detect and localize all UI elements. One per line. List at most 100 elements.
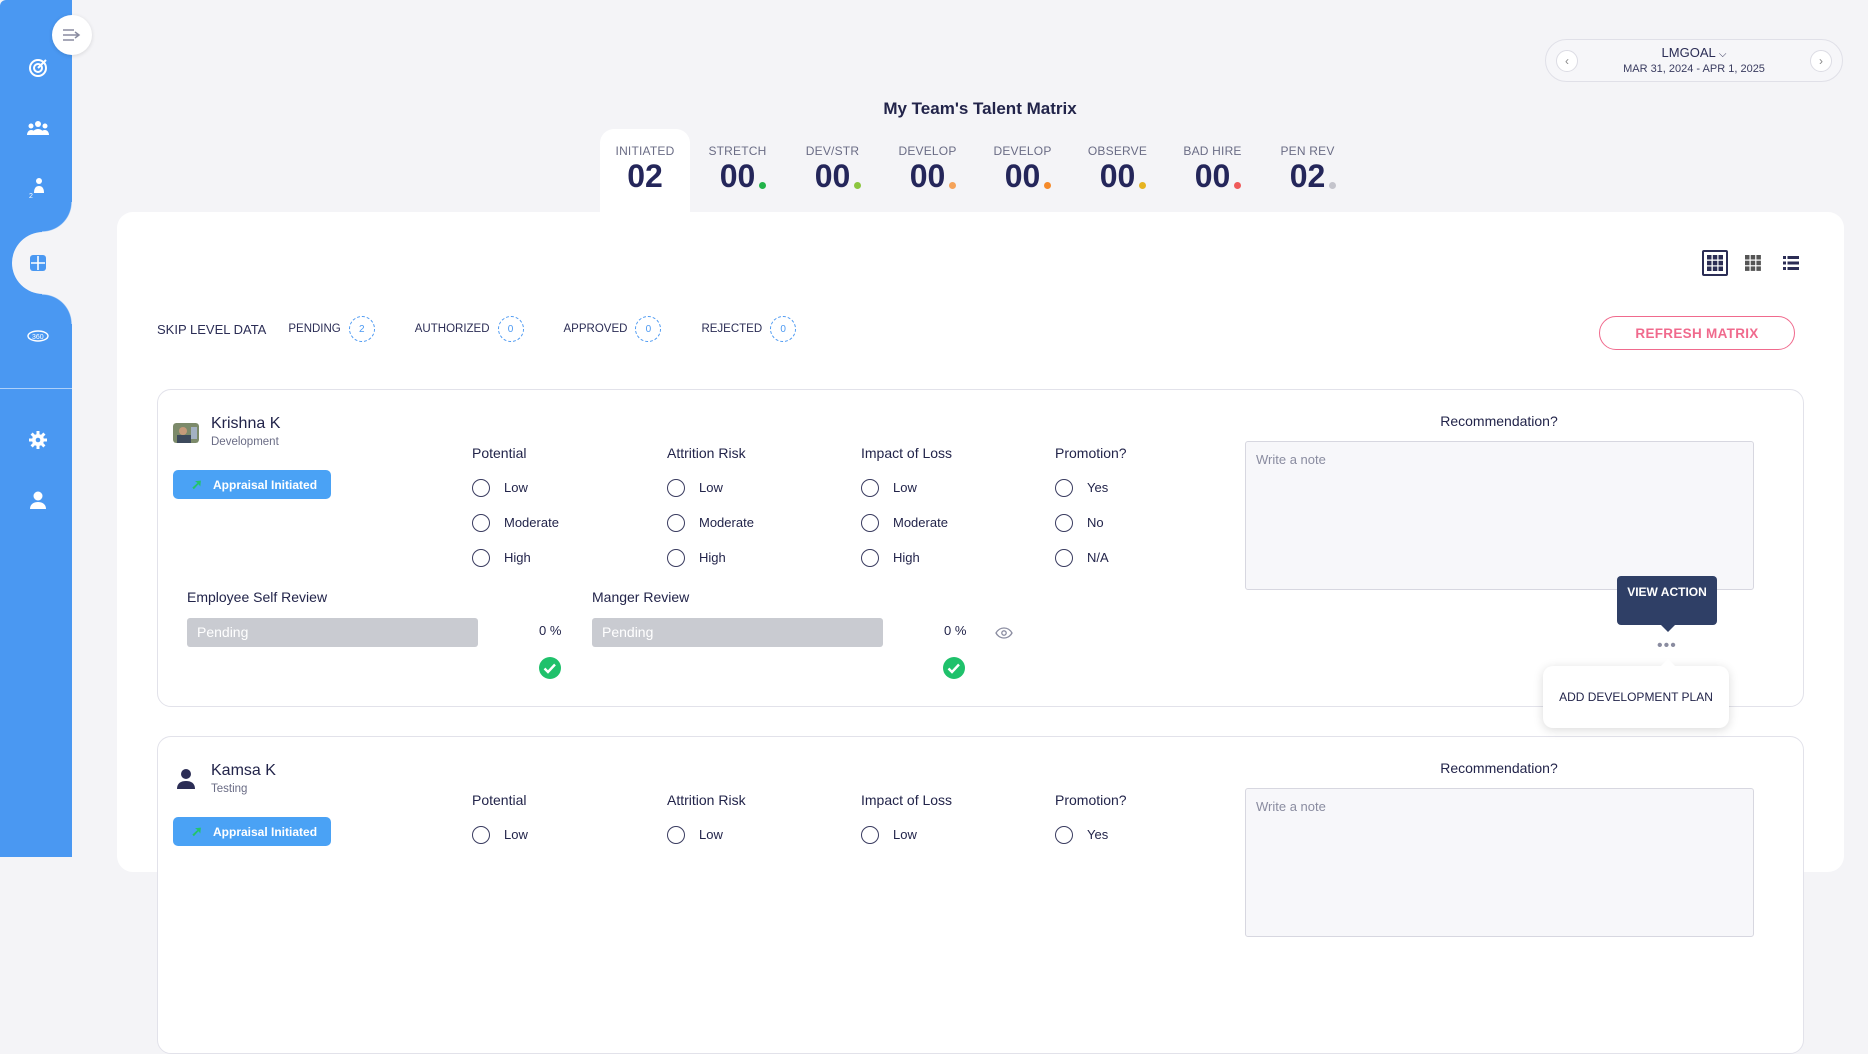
recommendation-note-input[interactable]: Write a note [1245, 788, 1754, 937]
eye-icon[interactable] [995, 627, 1013, 639]
target-icon [29, 59, 47, 77]
tab-pen-rev[interactable]: PEN REV 02 [1260, 129, 1355, 213]
radio-button[interactable] [472, 513, 490, 532]
radio-button[interactable] [861, 825, 879, 844]
radio-label: Low [893, 480, 917, 495]
sidebar-item-goals[interactable] [25, 55, 51, 81]
radio-option[interactable]: N/A [1055, 540, 1127, 575]
tab-count: 00 [1099, 158, 1136, 194]
impact-of-loss-group: Impact of Loss Low Moderate High [861, 445, 952, 575]
radio-option[interactable]: Moderate [861, 505, 952, 540]
radio-option[interactable]: High [861, 540, 952, 575]
tab-develop[interactable]: DEVELOP 00 [880, 129, 975, 213]
radio-button[interactable] [1055, 825, 1073, 844]
next-goal-button[interactable]: › [1810, 50, 1832, 72]
more-options-icon[interactable]: ••• [1657, 637, 1677, 655]
employee-card: Kamsa K Testing ➚ Appraisal Initiated Pot… [157, 736, 1804, 1054]
tab-dev-str[interactable]: DEV/STR 00 [785, 129, 880, 213]
appraisal-status-label: Appraisal Initiated [213, 477, 318, 492]
status-dot [759, 182, 767, 189]
goal-title-row[interactable]: LMGOAL ⌵ [1546, 45, 1842, 60]
question-title: Promotion? [1055, 792, 1127, 808]
tab-count: 00 [719, 158, 756, 194]
skip-approved[interactable]: APPROVED 0 [564, 316, 662, 342]
radio-button[interactable] [861, 513, 879, 532]
count-badge: 0 [770, 316, 797, 342]
skip-authorized[interactable]: AUTHORIZED 0 [415, 316, 524, 342]
skip-pending[interactable]: PENDING 2 [288, 316, 375, 342]
radio-label: Moderate [504, 515, 559, 530]
radio-button[interactable] [1055, 513, 1073, 532]
employee-name[interactable]: Kamsa K [211, 762, 276, 780]
bolt-icon: ➚ [191, 823, 203, 839]
radio-button[interactable] [472, 825, 490, 844]
tab-label: STRETCH [708, 144, 767, 158]
sidebar: 2 360 [0, 0, 92, 857]
sidebar-item-hierarchy[interactable]: 2 [25, 175, 51, 201]
radio-option[interactable]: Low [861, 817, 952, 852]
sidebar-item-settings[interactable] [25, 427, 51, 453]
employee-name[interactable]: Krishna K [211, 415, 280, 433]
refresh-matrix-button[interactable]: REFRESH MATRIX [1599, 316, 1795, 350]
appraisal-status-button[interactable]: ➚ Appraisal Initiated [173, 817, 331, 846]
radio-option[interactable]: Yes [1055, 817, 1127, 852]
radio-label: Yes [1087, 480, 1109, 495]
status-tabs: INITIATED 02 STRETCH 00 DEV/STR 00 DEVEL… [600, 129, 1355, 213]
gear-icon [29, 431, 47, 449]
question-title: Potential [472, 445, 527, 461]
radio-option[interactable]: Low [667, 817, 746, 852]
tab-observe[interactable]: OBSERVE 00 [1070, 129, 1165, 213]
list-view-button[interactable] [1778, 250, 1804, 276]
appraisal-status-label: Appraisal Initiated [213, 824, 318, 839]
sidebar-item-profile[interactable] [25, 487, 51, 513]
tab-initiated[interactable]: INITIATED 02 [600, 129, 690, 213]
question-title: Potential [472, 792, 527, 808]
radio-button[interactable] [861, 478, 879, 497]
radio-option[interactable]: Yes [1055, 470, 1127, 505]
tab-label: OBSERVE [1087, 144, 1148, 158]
add-development-plan-item[interactable]: ADD DEVELOPMENT PLAN [1543, 659, 1729, 728]
sidebar-item-360[interactable]: 360 [25, 323, 51, 349]
tab-bad-hire[interactable]: BAD HIRE 00 [1165, 129, 1260, 213]
radio-option[interactable]: Moderate [667, 505, 754, 540]
radio-option[interactable]: Moderate [472, 505, 559, 540]
goal-date-range: MAR 31, 2024 - APR 1, 2025 [1623, 63, 1765, 75]
tab-stretch[interactable]: STRETCH 00 [690, 129, 785, 213]
goal-selector[interactable]: ‹ LMGOAL ⌵ MAR 31, 2024 - APR 1, 2025 › [1545, 39, 1843, 82]
status-dot [949, 182, 957, 189]
status-dot [854, 182, 862, 189]
radio-button[interactable] [1055, 548, 1073, 567]
count-badge: 0 [635, 316, 662, 342]
radio-option[interactable]: Low [861, 470, 952, 505]
tab-develop-2[interactable]: DEVELOP 00 [975, 129, 1070, 213]
radio-button[interactable] [667, 478, 685, 497]
potential-group: Potential Low [472, 792, 528, 852]
grid-view-button[interactable] [1740, 250, 1766, 276]
radio-option[interactable]: Low [667, 470, 754, 505]
radio-option[interactable]: Low [472, 817, 528, 852]
radio-option[interactable]: High [667, 540, 754, 575]
appraisal-status-button[interactable]: ➚ Appraisal Initiated [173, 470, 331, 499]
radio-button[interactable] [472, 548, 490, 567]
grid-large-view-button[interactable] [1702, 250, 1728, 276]
radio-button[interactable] [861, 548, 879, 567]
radio-option[interactable]: High [472, 540, 559, 575]
sidebar-item-talent-matrix[interactable] [25, 250, 51, 276]
recommendation-note-input[interactable]: Write a note [1245, 441, 1754, 590]
chevron-right-icon: › [1819, 54, 1823, 68]
radio-button[interactable] [1055, 478, 1073, 497]
matrix-panel: SKIP LEVEL DATA PENDING 2 AUTHORIZED 0 APP… [117, 212, 1844, 1054]
radio-option[interactable]: No [1055, 505, 1127, 540]
radio-button[interactable] [667, 825, 685, 844]
radio-button[interactable] [472, 478, 490, 497]
radio-button[interactable] [667, 548, 685, 567]
radio-button[interactable] [667, 513, 685, 532]
tab-label: DEVELOP [898, 144, 957, 158]
radio-label: Yes [1087, 827, 1109, 842]
recommendation-title: Recommendation? [1440, 760, 1558, 776]
skip-rejected[interactable]: REJECTED 0 [701, 316, 797, 342]
sidebar-toggle-button[interactable] [52, 15, 92, 55]
radio-option[interactable]: Low [472, 470, 559, 505]
skip-label: PENDING [288, 323, 341, 335]
impact-of-loss-group: Impact of Loss Low [861, 792, 952, 852]
